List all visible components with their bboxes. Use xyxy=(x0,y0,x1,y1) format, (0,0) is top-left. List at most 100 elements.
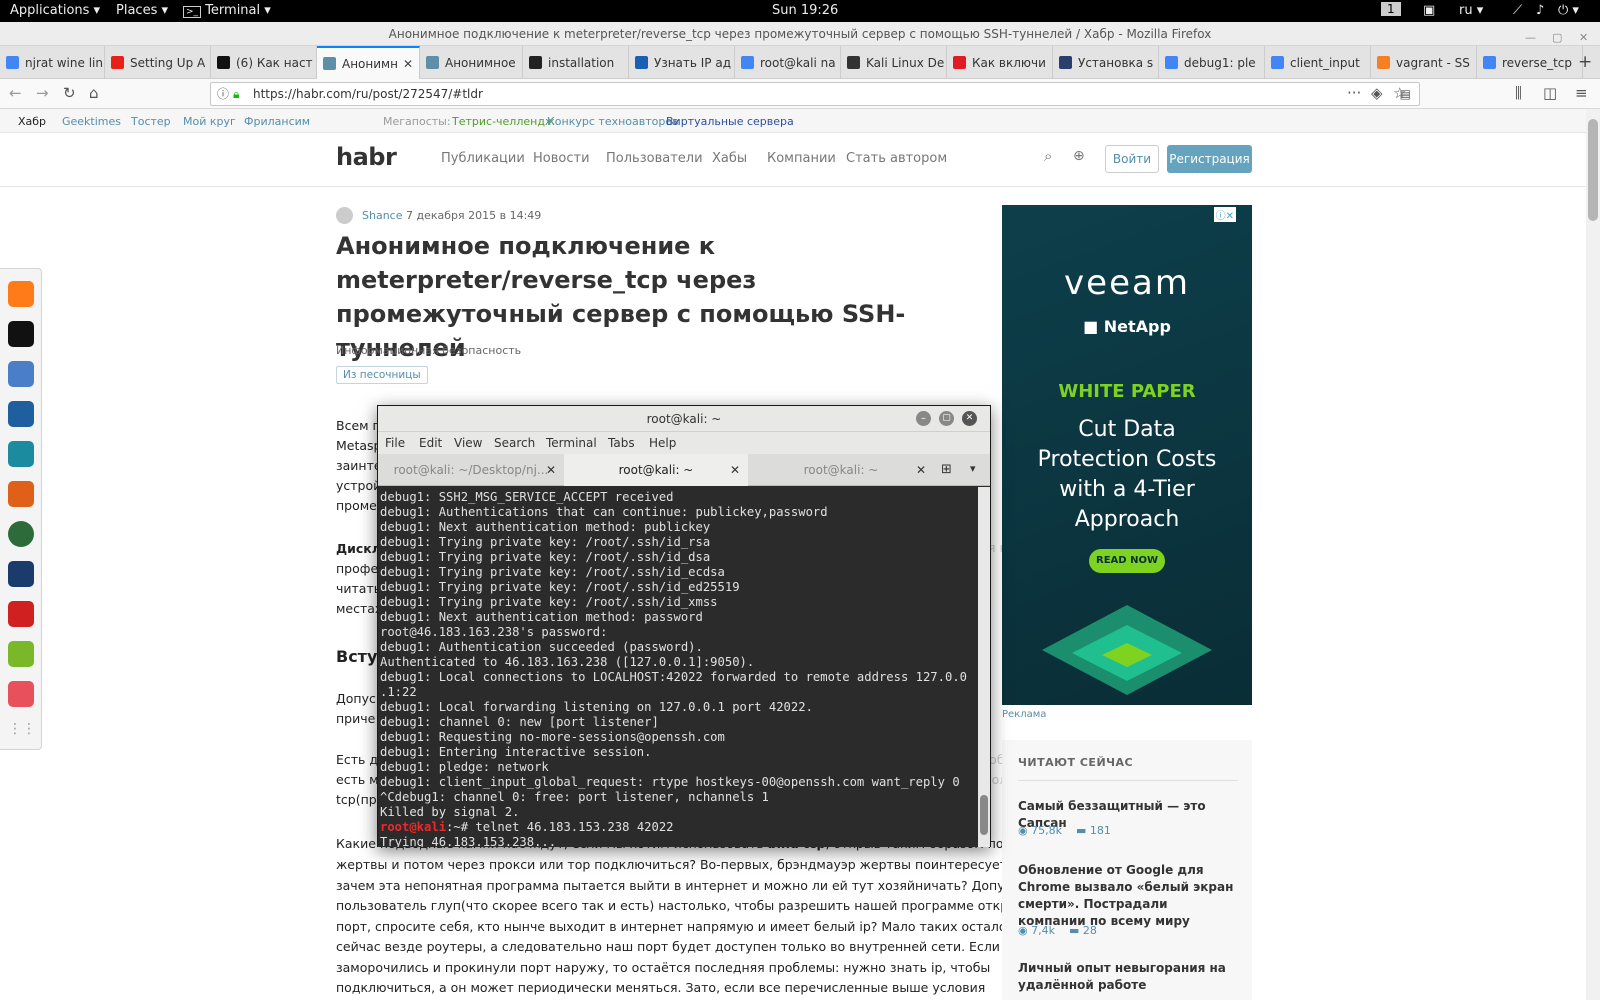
browser-tab[interactable]: client_input xyxy=(1265,46,1371,79)
terminal-maximize-button[interactable]: ▢ xyxy=(939,411,954,426)
beef-icon[interactable] xyxy=(8,561,34,587)
browser-tab[interactable]: debug1: ple xyxy=(1159,46,1265,79)
network-icon[interactable]: ⟋ xyxy=(1513,3,1522,18)
terminal-close-button[interactable]: ✕ xyxy=(962,411,977,426)
terminal-menu-item[interactable]: Tabs xyxy=(608,436,635,450)
clock[interactable]: Sun 19:26 xyxy=(772,3,838,18)
habr-nav-item[interactable]: Пользователи xyxy=(606,151,703,166)
power-icon[interactable]: ⏻ ▾ xyxy=(1558,3,1579,18)
terminal-menu-item[interactable]: Search xyxy=(494,436,535,450)
browser-tab[interactable]: vagrant - SS xyxy=(1371,46,1477,79)
terminal-app-menu[interactable]: >_ Terminal ▾ xyxy=(183,3,271,18)
service-link[interactable]: Geektimes xyxy=(62,115,121,128)
close-tab-icon[interactable]: ✕ xyxy=(916,454,926,486)
browser-tab[interactable]: reverse_tcp xyxy=(1477,46,1583,79)
terminal-titlebar[interactable]: root@kali: ~ – ▢ ✕ xyxy=(378,406,990,432)
globe-icon[interactable]: ⊕ xyxy=(1073,148,1085,164)
megapost-link[interactable]: Виртуальные сервера xyxy=(666,115,794,128)
terminal-scrollbar-thumb[interactable] xyxy=(980,795,988,835)
browser-tab[interactable]: Анонимн ✕ xyxy=(317,46,420,79)
applications-menu[interactable]: Applications ▾ xyxy=(10,3,100,18)
service-link[interactable]: Фрилансим xyxy=(244,115,310,128)
habr-nav-item[interactable]: Компании xyxy=(767,151,836,166)
terminal-tab-2[interactable]: root@kali: ~ ✕ xyxy=(564,454,748,486)
new-tab-icon[interactable]: ⊞ xyxy=(941,462,952,477)
post-link[interactable]: Личный опыт невыгорания на удалённой раб… xyxy=(1018,960,1238,994)
close-tab-icon[interactable]: ✕ xyxy=(546,454,556,486)
close-tab-icon[interactable]: ✕ xyxy=(730,454,740,486)
login-button[interactable]: Войти xyxy=(1105,145,1159,173)
pocket-icon[interactable]: ◈ xyxy=(1371,84,1383,102)
hub-link[interactable]: Информационная безопасность xyxy=(336,344,521,357)
workspace-indicator[interactable]: 1 xyxy=(1381,2,1401,16)
sidebar-toggle-icon[interactable]: ◫ xyxy=(1543,84,1557,102)
register-button[interactable]: Регистрация xyxy=(1167,145,1252,173)
ad-info-icon[interactable]: ⓘ✕ xyxy=(1213,207,1236,222)
habr-logo[interactable]: habr xyxy=(336,143,397,171)
back-icon[interactable]: ← xyxy=(9,84,22,102)
author-link[interactable]: Shance xyxy=(362,209,402,222)
avatar[interactable] xyxy=(336,207,353,224)
show-apps-icon[interactable]: ⋮⋮ xyxy=(8,721,36,747)
habr-nav-item[interactable]: Хабы xyxy=(712,151,747,166)
megapost-link[interactable]: Тетрис-челлендж xyxy=(452,115,555,128)
leafpad-icon[interactable] xyxy=(8,641,34,667)
language-selector[interactable]: ru ▾ xyxy=(1459,3,1483,18)
burp-icon[interactable] xyxy=(8,481,34,507)
video-icon[interactable]: ▣ xyxy=(1423,3,1435,18)
habr-nav-item[interactable]: Публикации xyxy=(441,151,525,166)
home-icon[interactable]: ⌂ xyxy=(89,84,99,102)
search-icon[interactable]: ⌕ xyxy=(1044,147,1052,165)
ad-banner[interactable]: ⓘ✕ veeam ■ NetApp WHITE PAPER Cut Data P… xyxy=(1002,205,1252,705)
info-icon[interactable]: ⓘ xyxy=(217,83,229,105)
terminal-minimize-button[interactable]: – xyxy=(916,411,931,426)
url-bar[interactable]: ⓘ 🔒︎ https://habr.com/ru/post/272547/#tl… xyxy=(210,82,1420,106)
browser-tab[interactable]: Узнать IP ад xyxy=(629,46,735,79)
browser-tab[interactable]: njrat wine lin xyxy=(0,46,105,79)
page-scrollbar[interactable] xyxy=(1586,109,1600,1000)
browser-tab[interactable]: Как включи xyxy=(947,46,1053,79)
places-menu[interactable]: Places ▾ xyxy=(116,3,168,18)
browser-tab[interactable]: installation xyxy=(523,46,629,79)
browser-tab[interactable]: Установка s xyxy=(1053,46,1159,79)
metasploit-icon[interactable] xyxy=(8,401,34,427)
page-actions-icon[interactable]: ··· xyxy=(1347,84,1361,102)
scrollbar-thumb[interactable] xyxy=(1588,119,1598,221)
browser-tab[interactable]: root@kali na xyxy=(735,46,841,79)
hamburger-menu-icon[interactable]: ≡ xyxy=(1575,84,1588,102)
ad-read-now-button[interactable]: READ NOW xyxy=(1089,549,1165,573)
terminal-tab-3[interactable]: root@kali: ~ ✕ xyxy=(748,454,934,486)
new-tab-icon[interactable]: + xyxy=(1578,52,1592,72)
close-tab-icon[interactable]: ✕ xyxy=(399,57,413,71)
terminal-window[interactable]: root@kali: ~ – ▢ ✕ File Edit View Search Ter… xyxy=(377,405,991,847)
terminal-menu-item[interactable]: Edit xyxy=(419,436,442,450)
bookmark-star-icon[interactable]: ☆ xyxy=(1393,84,1406,102)
terminal-menu-item[interactable]: Help xyxy=(649,436,676,450)
volume-icon[interactable]: ♪ xyxy=(1536,3,1544,18)
browser-tab[interactable]: Kali Linux De xyxy=(841,46,947,79)
habr-nav-item[interactable]: Новости xyxy=(533,151,590,166)
service-link[interactable]: Тостер xyxy=(131,115,171,128)
faraday-icon[interactable] xyxy=(8,601,34,627)
sandbox-badge[interactable]: Из песочницы xyxy=(336,366,428,384)
terminal-output[interactable]: debug1: SSH2_MSG_SERVICE_ACCEPT received… xyxy=(378,487,978,847)
armitage-icon[interactable] xyxy=(8,441,34,467)
terminal-tab-1[interactable]: root@kali: ~/Desktop/nj... ✕ xyxy=(378,454,564,486)
tabs-dropdown-icon[interactable]: ▾ xyxy=(970,462,976,475)
library-icon[interactable]: ⫼ xyxy=(1515,84,1522,102)
terminal-scrollbar[interactable] xyxy=(978,487,990,847)
terminal-menu-item[interactable]: Terminal xyxy=(546,436,597,450)
post-link[interactable]: Обновление от Google для Chrome вызвало … xyxy=(1018,862,1238,930)
browser-tab[interactable]: (6) Как наст xyxy=(211,46,317,79)
terminal-menu-item[interactable]: File xyxy=(385,436,405,450)
terminal-menu-item[interactable]: View xyxy=(454,436,482,450)
browser-tab[interactable]: Анонимное xyxy=(420,46,523,79)
forward-icon[interactable]: → xyxy=(36,84,49,102)
terminal-dock-icon[interactable] xyxy=(8,321,34,347)
service-link[interactable]: Мой круг xyxy=(183,115,236,128)
files-icon[interactable] xyxy=(8,361,34,387)
browser-tab[interactable]: Setting Up A xyxy=(105,46,211,79)
reload-icon[interactable]: ↻ xyxy=(63,84,76,102)
maltego-icon[interactable] xyxy=(8,521,34,547)
firefox-icon[interactable] xyxy=(8,281,34,307)
